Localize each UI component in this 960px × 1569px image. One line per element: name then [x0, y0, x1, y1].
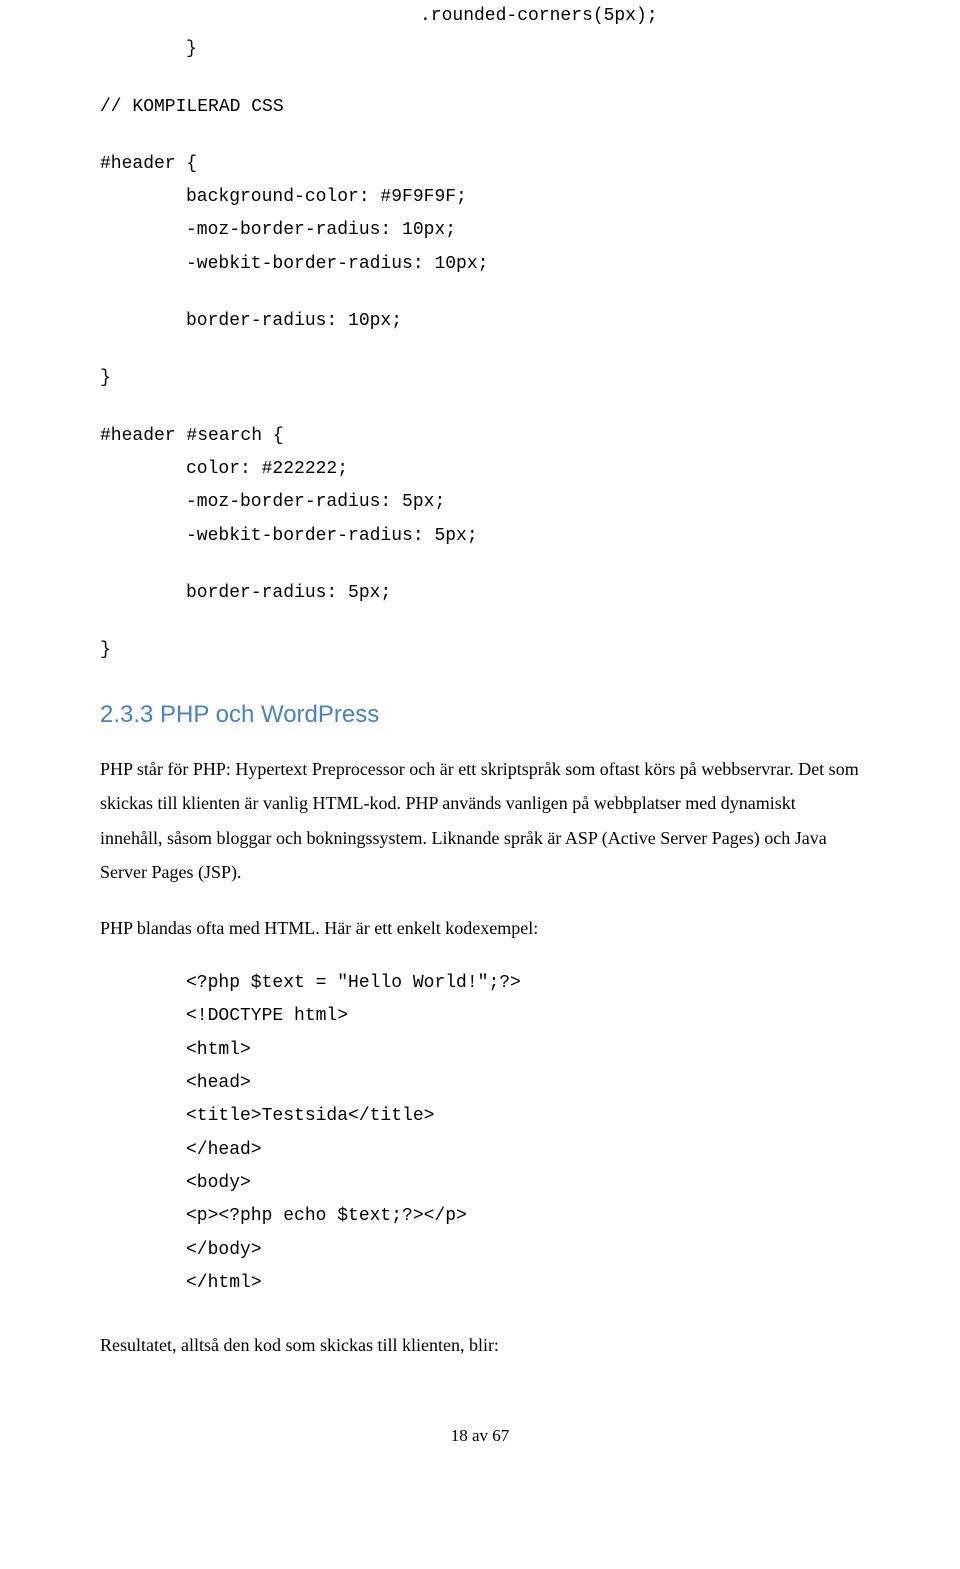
code-line: </html> — [100, 1267, 860, 1300]
code-line: -moz-border-radius: 10px; — [100, 214, 860, 247]
code-line: border-radius: 10px; — [100, 305, 860, 338]
code-line: color: #222222; — [100, 453, 860, 486]
code-line: background-color: #9F9F9F; — [100, 181, 860, 214]
code-line: </head> — [100, 1134, 860, 1167]
page-number: 18 av 67 — [100, 1422, 860, 1451]
code-line: -webkit-border-radius: 10px; — [100, 248, 860, 281]
code-line: } — [100, 33, 860, 66]
body-paragraph: Resultatet, alltså den kod som skickas t… — [100, 1328, 860, 1362]
code-line: .rounded-corners(5px); — [100, 0, 860, 33]
code-line: <title>Testsida</title> — [100, 1100, 860, 1133]
body-paragraph: PHP står för PHP: Hypertext Preprocessor… — [100, 752, 860, 889]
code-block: <?php $text = "Hello World!";?> <!DOCTYP… — [100, 967, 860, 1300]
code-line: </body> — [100, 1234, 860, 1267]
code-line: <p><?php echo $text;?></p> — [100, 1200, 860, 1233]
body-paragraph: PHP blandas ofta med HTML. Här är ett en… — [100, 911, 860, 945]
code-line: #header #search { — [100, 420, 860, 453]
code-line: } — [100, 362, 860, 395]
code-line: <?php $text = "Hello World!";?> — [100, 967, 860, 1000]
section-heading: 2.3.3 PHP och WordPress — [100, 695, 860, 736]
code-line: border-radius: 5px; — [100, 577, 860, 610]
code-line: #header { — [100, 148, 860, 181]
code-line: // KOMPILERAD CSS — [100, 91, 860, 124]
code-line: <html> — [100, 1034, 860, 1067]
code-line: <!DOCTYPE html> — [100, 1000, 860, 1033]
code-line: <body> — [100, 1167, 860, 1200]
code-line: -moz-border-radius: 5px; — [100, 486, 860, 519]
code-line: } — [100, 634, 860, 667]
code-line: -webkit-border-radius: 5px; — [100, 520, 860, 553]
code-line: <head> — [100, 1067, 860, 1100]
